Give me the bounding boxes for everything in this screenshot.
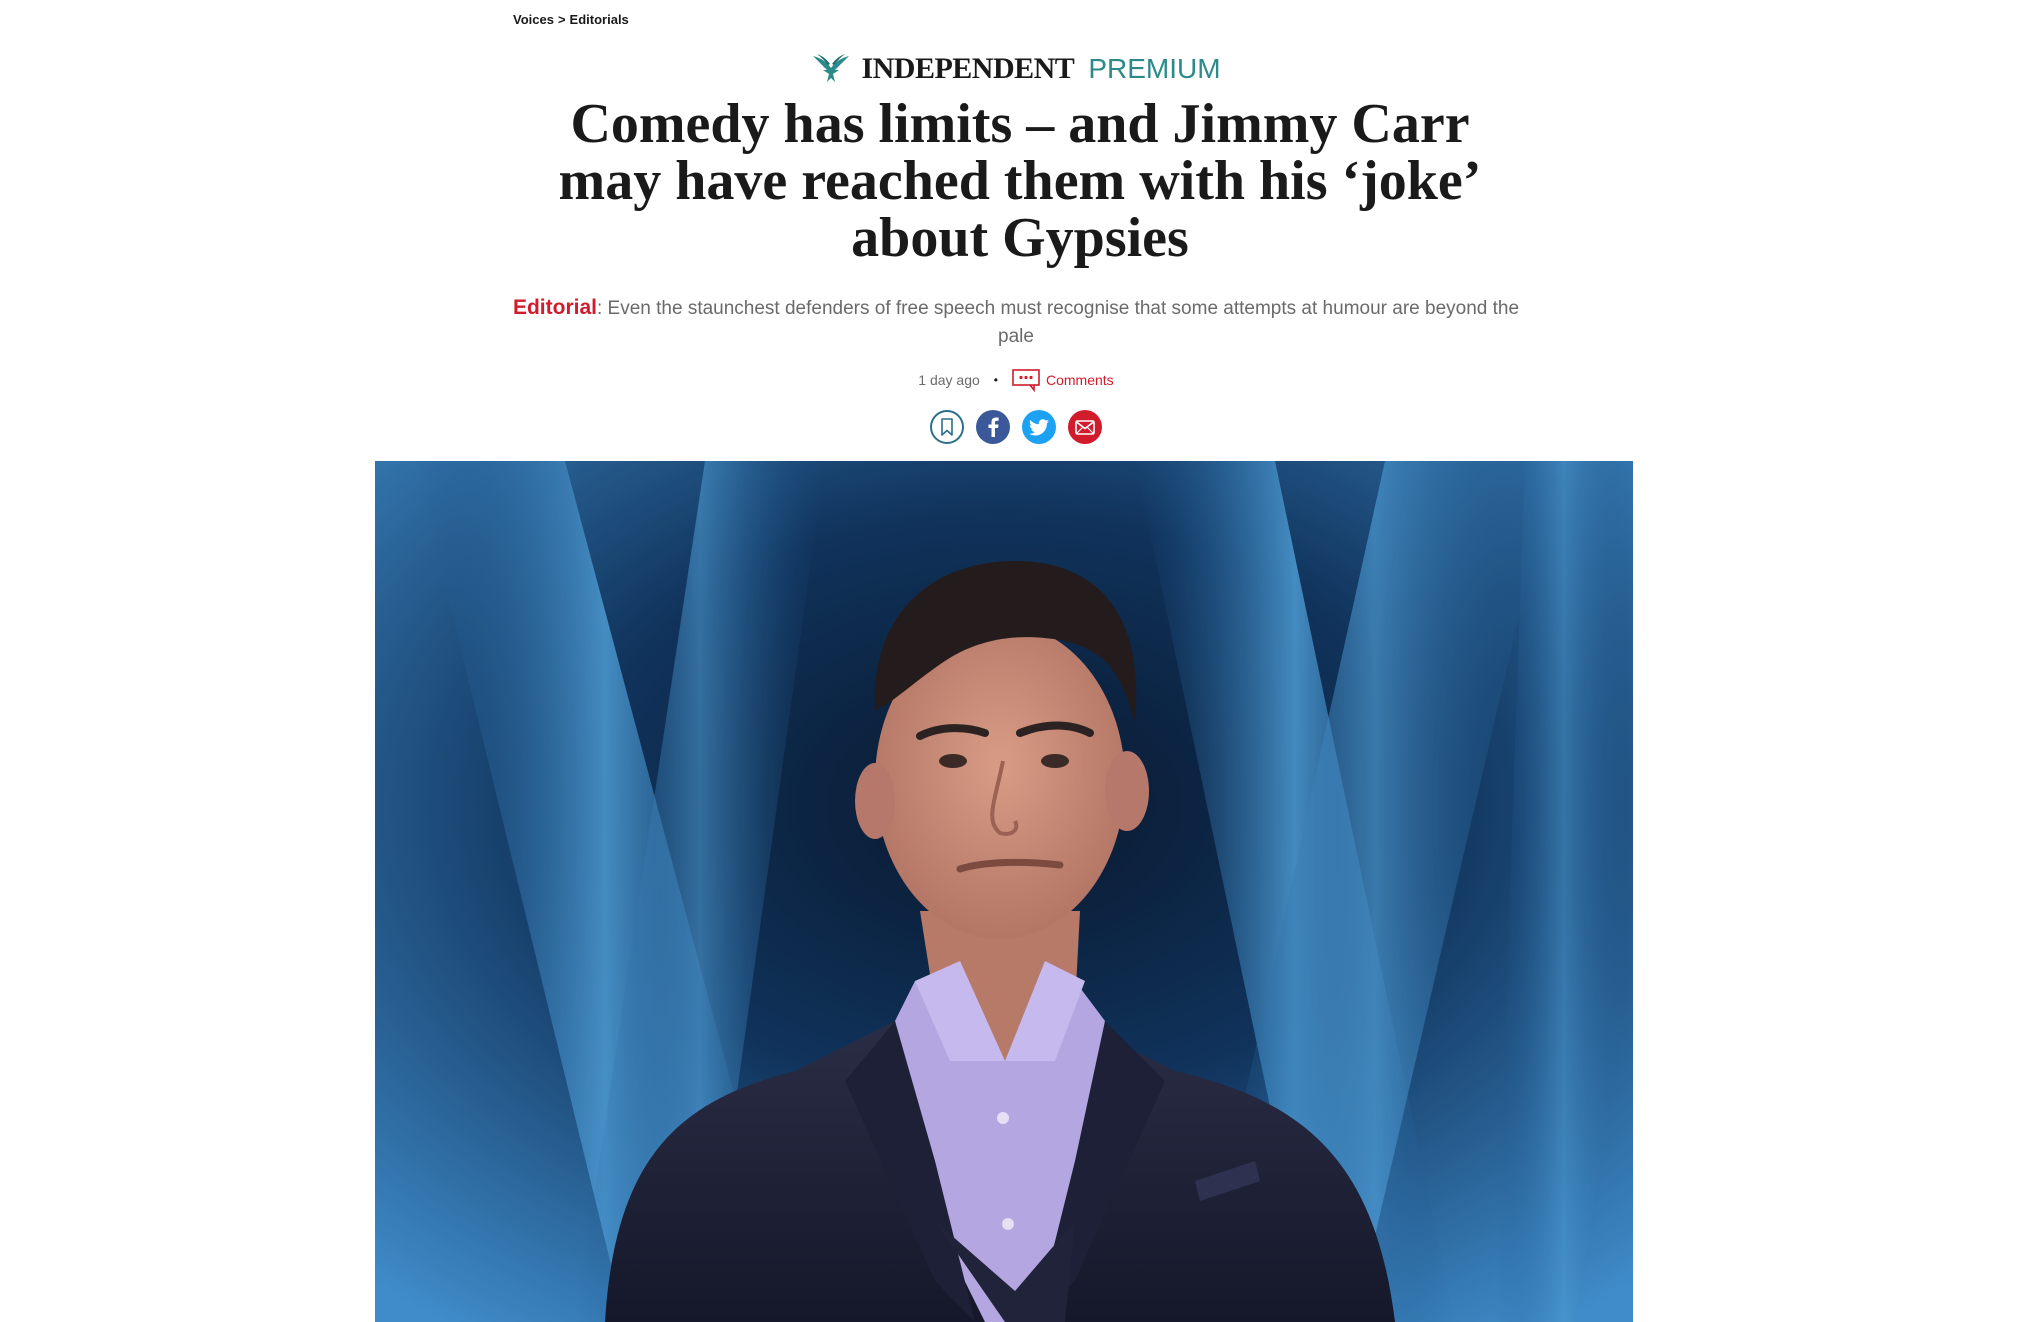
headline-line-1: Comedy has limits – and Jimmy Carr: [570, 93, 1470, 155]
eagle-logo-icon: [813, 54, 850, 82]
publish-timestamp: 1 day ago: [918, 372, 980, 388]
editorial-tag[interactable]: Editorial: [513, 296, 597, 319]
headline-line-3: about Gypsies: [851, 207, 1189, 269]
premium-label: PREMIUM: [1088, 53, 1221, 84]
email-share-button[interactable]: [1068, 410, 1102, 444]
standfirst-text: : Even the staunchest defenders of free …: [596, 298, 1520, 347]
article-headline: Comedy has limits – and Jimmy Carr may h…: [500, 96, 1540, 267]
share-bar: [0, 410, 2032, 444]
masthead[interactable]: INDEPENDENT PREMIUM: [0, 52, 2032, 86]
comments-label: Comments: [1046, 372, 1114, 388]
breadcrumb-voices-link[interactable]: Voices: [513, 12, 554, 27]
comments-link[interactable]: Comments: [1012, 368, 1114, 392]
facebook-share-button[interactable]: [976, 410, 1010, 444]
meta-separator: •: [993, 373, 998, 387]
headline-line-2: may have reached them with his ‘joke’: [558, 150, 1482, 212]
bookmark-icon: [941, 418, 953, 436]
facebook-icon: [988, 417, 999, 437]
comment-bubble-icon: [1012, 369, 1040, 392]
article-page: Voices > Editorials INDEPENDENT PREMIUM Co…: [0, 0, 2032, 1322]
twitter-icon: [1029, 418, 1049, 435]
email-icon: [1075, 419, 1095, 435]
article-standfirst: Editorial: Even the staunchest defenders…: [510, 294, 1522, 351]
bookmark-button[interactable]: [930, 410, 964, 444]
hero-image[interactable]: [375, 461, 1633, 1322]
comedian-on-stage-photo: [375, 461, 1633, 1322]
twitter-share-button[interactable]: [1022, 410, 1056, 444]
article-meta: 1 day ago • Comments: [0, 368, 2032, 392]
breadcrumb-separator: >: [557, 12, 566, 27]
breadcrumb: Voices > Editorials: [513, 12, 629, 27]
logo-wordmark: INDEPENDENT: [861, 52, 1075, 85]
breadcrumb-editorials-link[interactable]: Editorials: [570, 12, 629, 27]
